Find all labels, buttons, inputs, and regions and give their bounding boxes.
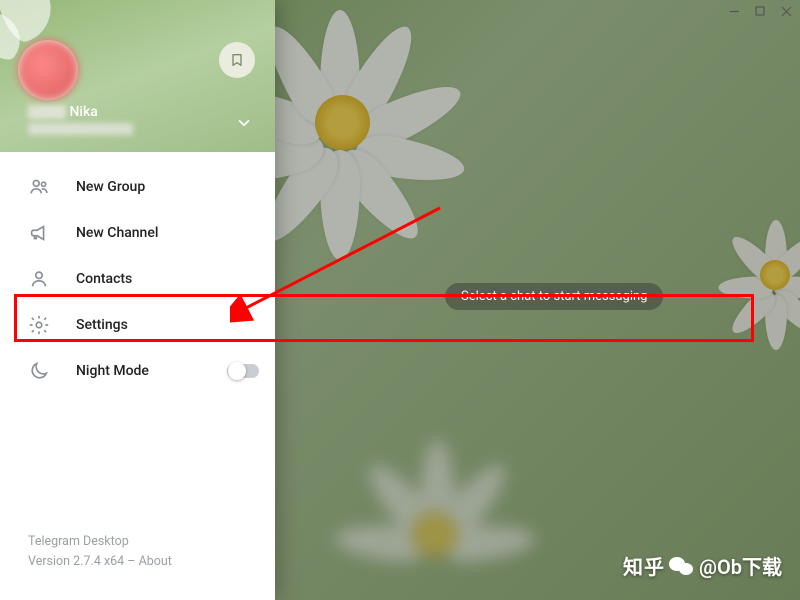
app-name: Telegram Desktop [28,532,247,552]
watermark-brand: @Ob下载 [699,551,782,580]
saved-messages-button[interactable] [219,42,255,78]
chat-placeholder: Select a chat to start messaging [445,283,663,310]
minimize-button[interactable] [728,5,740,17]
version-line: Version 2.7.4 x64 – About [28,552,247,572]
moon-icon [28,360,50,382]
chevron-down-icon[interactable] [235,114,253,136]
group-icon [28,176,50,198]
menu-item-new-group[interactable]: New Group [0,164,275,210]
main-menu-panel: Nika New Group New Channel [0,0,275,600]
menu-item-new-channel[interactable]: New Channel [0,210,275,256]
menu-item-night-mode[interactable]: Night Mode [0,348,275,394]
profile-header: Nika [0,0,275,152]
person-icon [28,268,50,290]
menu-item-settings[interactable]: Settings [0,302,275,348]
window-controls [728,0,800,22]
menu-label: New Channel [76,225,158,241]
menu-label: New Group [76,179,145,195]
profile-name: Nika [28,104,133,120]
watermark-zhihu: 知乎 [623,551,665,580]
menu-list: New Group New Channel Contacts [0,152,275,532]
footer: Telegram Desktop Version 2.7.4 x64 – Abo… [0,532,275,600]
menu-item-contacts[interactable]: Contacts [0,256,275,302]
night-mode-toggle[interactable] [227,364,259,378]
menu-label: Settings [76,317,128,333]
menu-label: Night Mode [76,363,149,379]
close-button[interactable] [780,5,792,17]
profile-subtitle [28,123,133,135]
maximize-button[interactable] [754,5,766,17]
megaphone-icon [28,222,50,244]
menu-label: Contacts [76,271,132,287]
watermark: 知乎 @Ob下载 [623,551,782,580]
wechat-icon [669,555,695,577]
gear-icon [28,314,50,336]
